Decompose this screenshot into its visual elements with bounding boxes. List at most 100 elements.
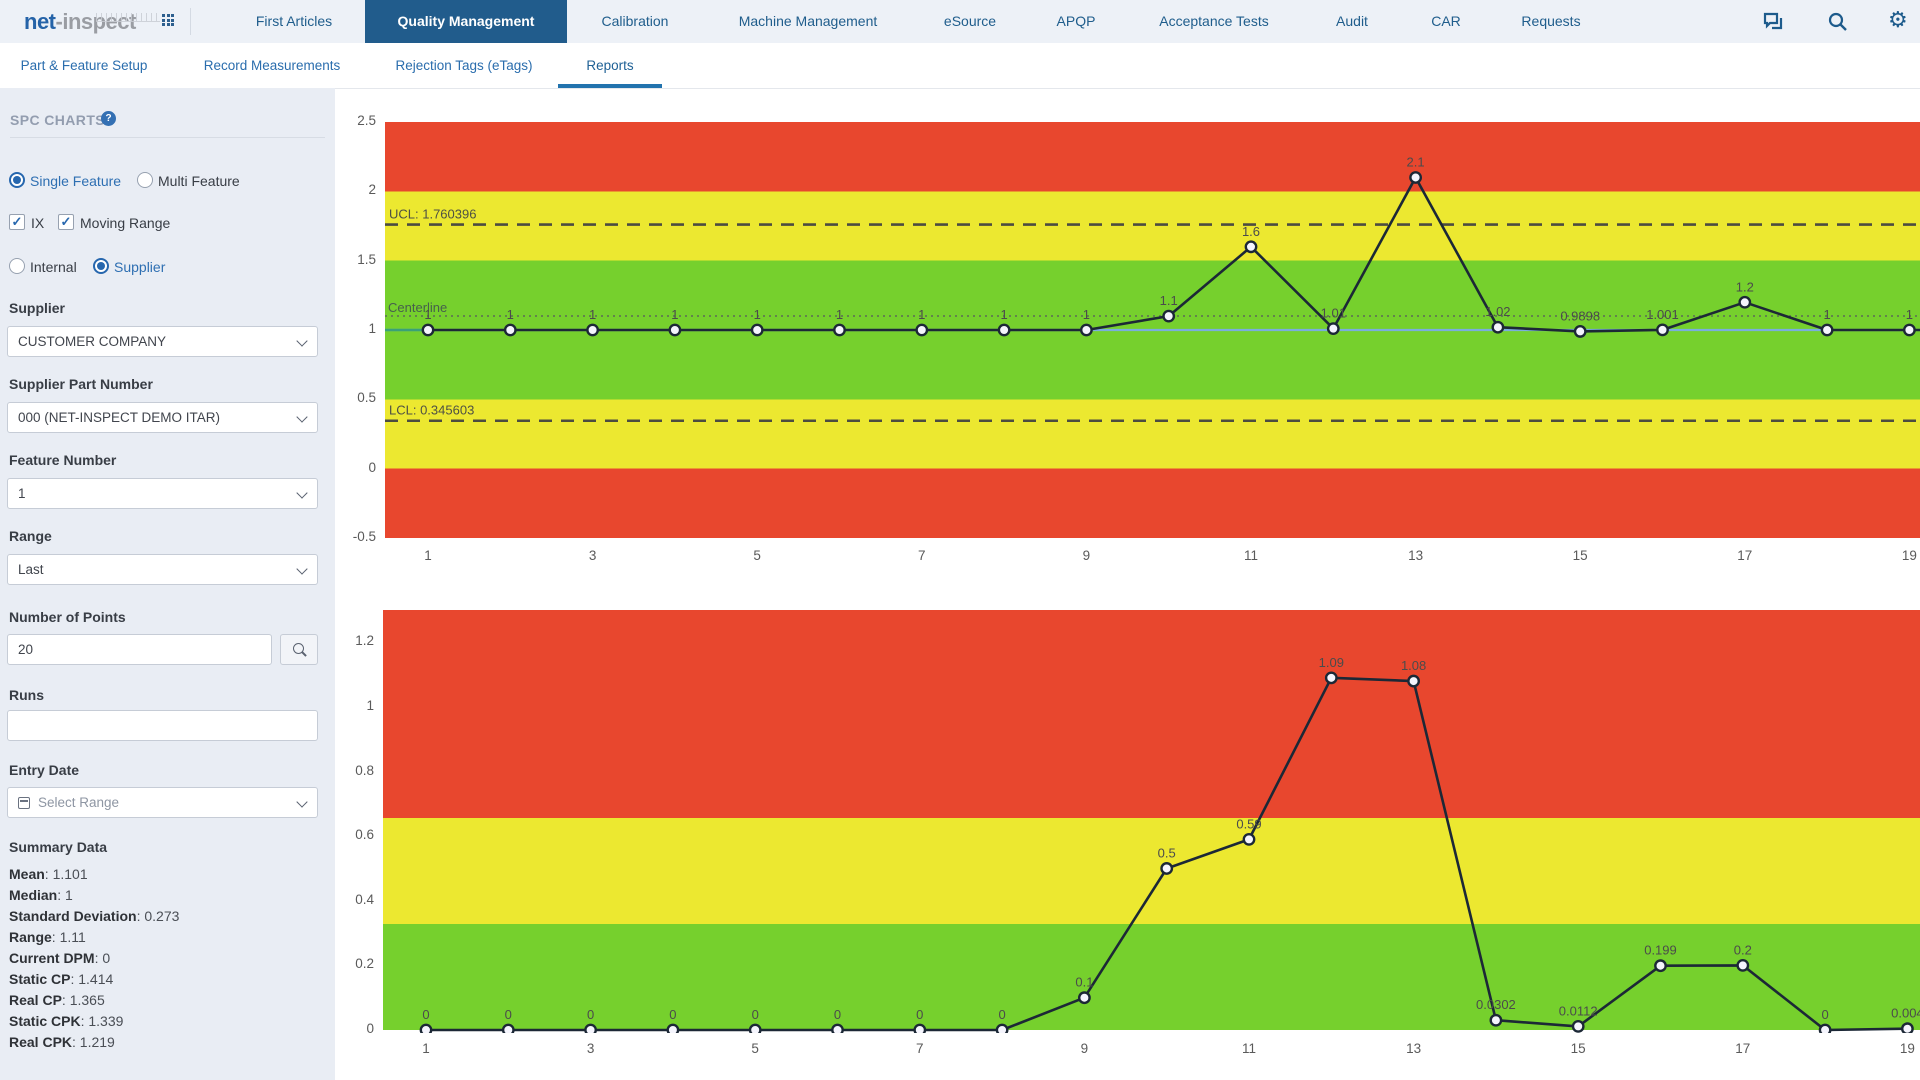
data-point[interactable] <box>1740 297 1750 307</box>
radio-internal[interactable] <box>9 258 25 274</box>
data-point[interactable] <box>1079 992 1089 1002</box>
data-point[interactable] <box>832 1025 842 1033</box>
nav-item-quality-management[interactable]: Quality Management <box>365 0 567 43</box>
summary-row-current-dpm: Current DPM: 0 <box>9 948 110 969</box>
app-launcher-icon[interactable] <box>162 14 175 27</box>
nav-item-first-articles[interactable]: First Articles <box>256 0 332 43</box>
data-point-label: 1.6 <box>1242 224 1260 239</box>
data-point-label: 1 <box>1906 307 1913 322</box>
data-point[interactable] <box>1081 325 1091 335</box>
radio-internal-label[interactable]: Internal <box>30 259 77 275</box>
data-point[interactable] <box>587 325 597 335</box>
data-point[interactable] <box>585 1025 595 1033</box>
data-point-label: 1 <box>1823 307 1830 322</box>
tab-record-measurements[interactable]: Record Measurements <box>204 43 341 88</box>
data-point[interactable] <box>423 325 433 335</box>
data-point[interactable] <box>999 325 1009 335</box>
range-select[interactable]: Last <box>7 554 318 585</box>
data-point[interactable] <box>1326 673 1336 683</box>
data-point[interactable] <box>1573 1021 1583 1031</box>
data-point[interactable] <box>1493 322 1503 332</box>
data-point[interactable] <box>1655 961 1665 971</box>
data-point[interactable] <box>917 325 927 335</box>
checkbox-ix[interactable]: ✓ <box>9 214 25 230</box>
radio-single-feature-label[interactable]: Single Feature <box>30 173 121 189</box>
data-point[interactable] <box>750 1025 760 1033</box>
nav-item-requests[interactable]: Requests <box>1521 0 1580 43</box>
data-point-label: 0 <box>505 1007 512 1022</box>
checkbox-moving-range-label[interactable]: Moving Range <box>80 215 170 231</box>
data-point-label: 0.004 <box>1891 1006 1920 1021</box>
tab-rejection-tags-etags-[interactable]: Rejection Tags (eTags) <box>395 43 532 88</box>
data-point[interactable] <box>1575 326 1585 336</box>
search-icon[interactable] <box>1826 10 1850 34</box>
data-point[interactable] <box>1902 1024 1912 1033</box>
x-axis-tick-label: 17 <box>1718 1041 1768 1056</box>
x-axis-tick-label: 1 <box>403 548 453 563</box>
data-point[interactable] <box>752 325 762 335</box>
data-point[interactable] <box>1244 834 1254 844</box>
radio-supplier-label[interactable]: Supplier <box>114 259 165 275</box>
messages-icon[interactable] <box>1761 10 1785 34</box>
checkbox-ix-label[interactable]: IX <box>31 215 44 231</box>
data-point[interactable] <box>1408 676 1418 686</box>
data-point[interactable] <box>1246 242 1256 252</box>
supplier-part-number-select[interactable]: 000 (NET-INSPECT DEMO ITAR) <box>7 402 318 433</box>
data-point[interactable] <box>915 1025 925 1033</box>
entry-date-select[interactable]: Select Range <box>7 787 318 818</box>
settings-gear-icon[interactable]: ⚙ <box>1888 5 1908 35</box>
nav-item-acceptance-tests[interactable]: Acceptance Tests <box>1159 0 1268 43</box>
summary-row-standard-deviation: Standard Deviation: 0.273 <box>9 906 179 927</box>
feature-number-select[interactable]: 1 <box>7 478 318 509</box>
radio-supplier[interactable] <box>93 258 109 274</box>
data-point[interactable] <box>668 1025 678 1033</box>
data-point[interactable] <box>1738 960 1748 970</box>
data-point[interactable] <box>505 325 515 335</box>
data-point[interactable] <box>1491 1015 1501 1025</box>
data-point[interactable] <box>670 325 680 335</box>
data-point[interactable] <box>1164 311 1174 321</box>
radio-single-feature[interactable] <box>9 172 25 188</box>
data-point[interactable] <box>1162 863 1172 873</box>
app-logo[interactable]: net-inspect <box>24 9 136 35</box>
nav-item-car[interactable]: CAR <box>1431 0 1461 43</box>
data-point-label: 0.0112 <box>1559 1003 1598 1018</box>
help-icon[interactable]: ? <box>101 111 116 126</box>
tab-part-feature-setup[interactable]: Part & Feature Setup <box>21 43 148 88</box>
data-point[interactable] <box>421 1025 431 1033</box>
sidebar-divider <box>10 137 325 138</box>
y-axis-tick-label: 1 <box>316 321 376 336</box>
runs-input[interactable] <box>7 710 318 741</box>
data-point[interactable] <box>1328 323 1338 333</box>
nav-item-esource[interactable]: eSource <box>944 0 996 43</box>
data-point[interactable] <box>834 325 844 335</box>
moving-range-chart: 000000000.10.50.591.091.080.03020.01120.… <box>383 610 1920 1044</box>
logo-ruler-graphic <box>96 13 160 22</box>
data-point[interactable] <box>1820 1025 1830 1033</box>
y-axis-tick-label: 0.6 <box>314 827 374 842</box>
tab-reports[interactable]: Reports <box>586 43 633 88</box>
nav-item-calibration[interactable]: Calibration <box>602 0 669 43</box>
data-point[interactable] <box>1410 172 1420 182</box>
summary-row-mean: Mean: 1.101 <box>9 864 88 885</box>
nav-item-machine-management[interactable]: Machine Management <box>739 0 878 43</box>
entry-date-placeholder: Select Range <box>38 788 119 817</box>
data-point-label: 0.199 <box>1644 943 1677 958</box>
nav-item-apqp[interactable]: APQP <box>1057 0 1096 43</box>
radio-multi-feature[interactable] <box>137 172 153 188</box>
data-point[interactable] <box>1822 325 1832 335</box>
summary-row-range: Range: 1.11 <box>9 927 86 948</box>
points-search-button[interactable] <box>280 634 318 665</box>
data-point[interactable] <box>997 1025 1007 1033</box>
checkbox-moving-range[interactable]: ✓ <box>58 214 74 230</box>
number-of-points-input[interactable]: 20 <box>7 634 272 665</box>
supplier-select[interactable]: CUSTOMER COMPANY <box>7 326 318 357</box>
data-point[interactable] <box>503 1025 513 1033</box>
search-icon <box>293 643 304 654</box>
data-point[interactable] <box>1657 325 1667 335</box>
summary-row-real-cp: Real CP: 1.365 <box>9 990 105 1011</box>
nav-item-audit[interactable]: Audit <box>1336 0 1368 43</box>
data-point[interactable] <box>1904 325 1914 335</box>
radio-multi-feature-label[interactable]: Multi Feature <box>158 173 240 189</box>
chevron-down-icon <box>296 563 307 574</box>
